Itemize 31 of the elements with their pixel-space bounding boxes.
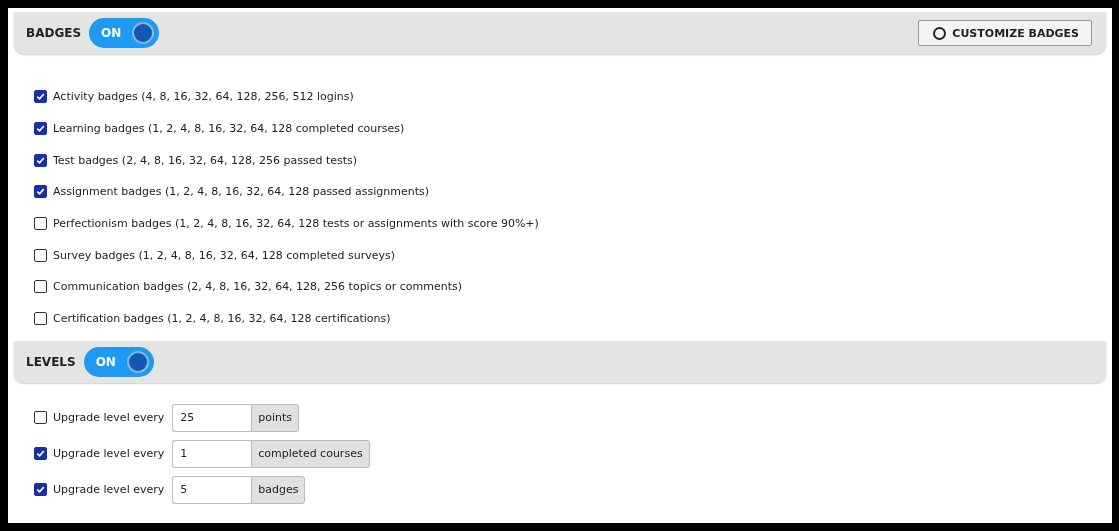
input-field[interactable]: 1 — [172, 439, 252, 468]
checkbox-label: Certification badges (1, 2, 4, 8, 16, 32, 64, 128 certifications) — [53, 312, 391, 326]
checkbox-label: Survey badges (1, 2, 4, 8, 16, 32, 64, 128 completed surveys) — [53, 248, 396, 262]
checkbox-label: Learning badges (1, 2, 4, 8, 16, 32, 64, 128 completed courses) — [53, 122, 405, 136]
checkbox-label: Assignment badges (1, 2, 4, 8, 16, 32, 64, 128 passed assignments) — [53, 185, 430, 199]
checkbox[interactable] — [34, 312, 47, 326]
checkbox-label: Upgrade level every — [53, 483, 165, 496]
checkbox-label: Activity badges (4, 8, 16, 32, 64, 128, 256, 512 logins) — [53, 90, 354, 104]
unit-label: badges — [251, 475, 306, 504]
checkbox[interactable] — [34, 153, 47, 167]
checkbox-label: Communication badges (2, 4, 8, 16, 32, 64, 128, 256 topics or comments) — [53, 280, 462, 294]
checkbox-label: Test badges (2, 4, 8, 16, 32, 64, 128, 256 passed tests) — [53, 153, 358, 167]
unit-label: completed courses — [251, 439, 370, 468]
customize-button[interactable]: CUSTOMIZE BADGES — [918, 20, 1092, 46]
section-title: BADGES — [26, 26, 82, 40]
checkbox[interactable] — [34, 217, 47, 231]
checkbox-label: Upgrade level every — [53, 411, 165, 424]
checkbox-label: Perfectionism badges (1, 2, 4, 8, 16, 32, 64, 128 tests or assignments with score 90%+) — [53, 217, 539, 231]
checkbox[interactable] — [34, 411, 47, 424]
section-title: LEVELS — [26, 354, 76, 369]
checkbox[interactable] — [34, 483, 47, 496]
unit-label: points — [251, 403, 300, 432]
checkbox[interactable] — [34, 447, 47, 460]
checkbox[interactable] — [34, 185, 47, 199]
input-field[interactable]: 25 — [172, 403, 252, 432]
checkbox-label: Upgrade level every — [53, 447, 165, 460]
checkbox[interactable] — [34, 122, 47, 136]
checkbox[interactable] — [34, 280, 47, 294]
checkbox[interactable] — [34, 248, 47, 262]
checkbox[interactable] — [34, 90, 47, 104]
input-field[interactable]: 5 — [172, 475, 252, 504]
